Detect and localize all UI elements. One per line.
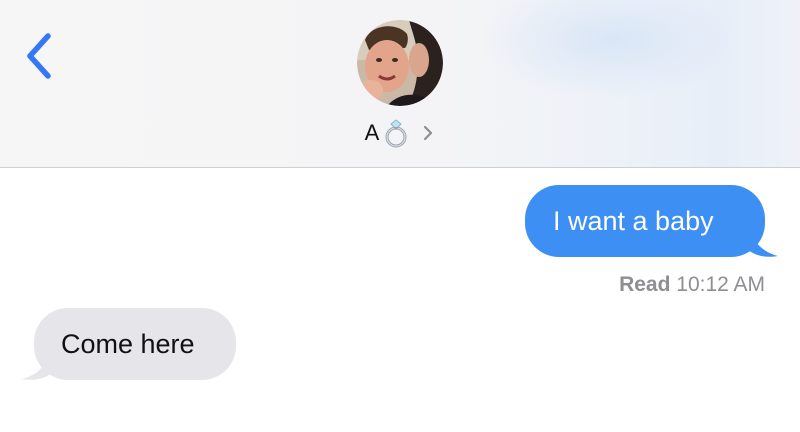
contact-name-button[interactable]: A [300, 116, 500, 150]
chevron-left-icon [27, 33, 51, 79]
read-receipt: Read 10:12 AM [619, 270, 765, 300]
back-button[interactable] [18, 28, 62, 84]
chevron-right-icon [421, 122, 435, 144]
ring-icon [383, 118, 411, 148]
avatar-photo [357, 20, 443, 106]
messages-screen: A I want a baby Read 10:12 AM Come here [0, 0, 800, 432]
conversation-header: A [0, 0, 800, 168]
contact-name: A [364, 120, 380, 145]
sent-message-bubble[interactable]: I want a baby [525, 185, 765, 257]
contact-avatar[interactable] [357, 20, 443, 106]
sent-message-text: I want a baby [553, 206, 714, 236]
read-time: 10:12 AM [676, 273, 765, 296]
read-label: Read [619, 273, 671, 296]
received-message-text: Come here [61, 329, 195, 359]
received-message-bubble[interactable]: Come here [34, 308, 236, 380]
